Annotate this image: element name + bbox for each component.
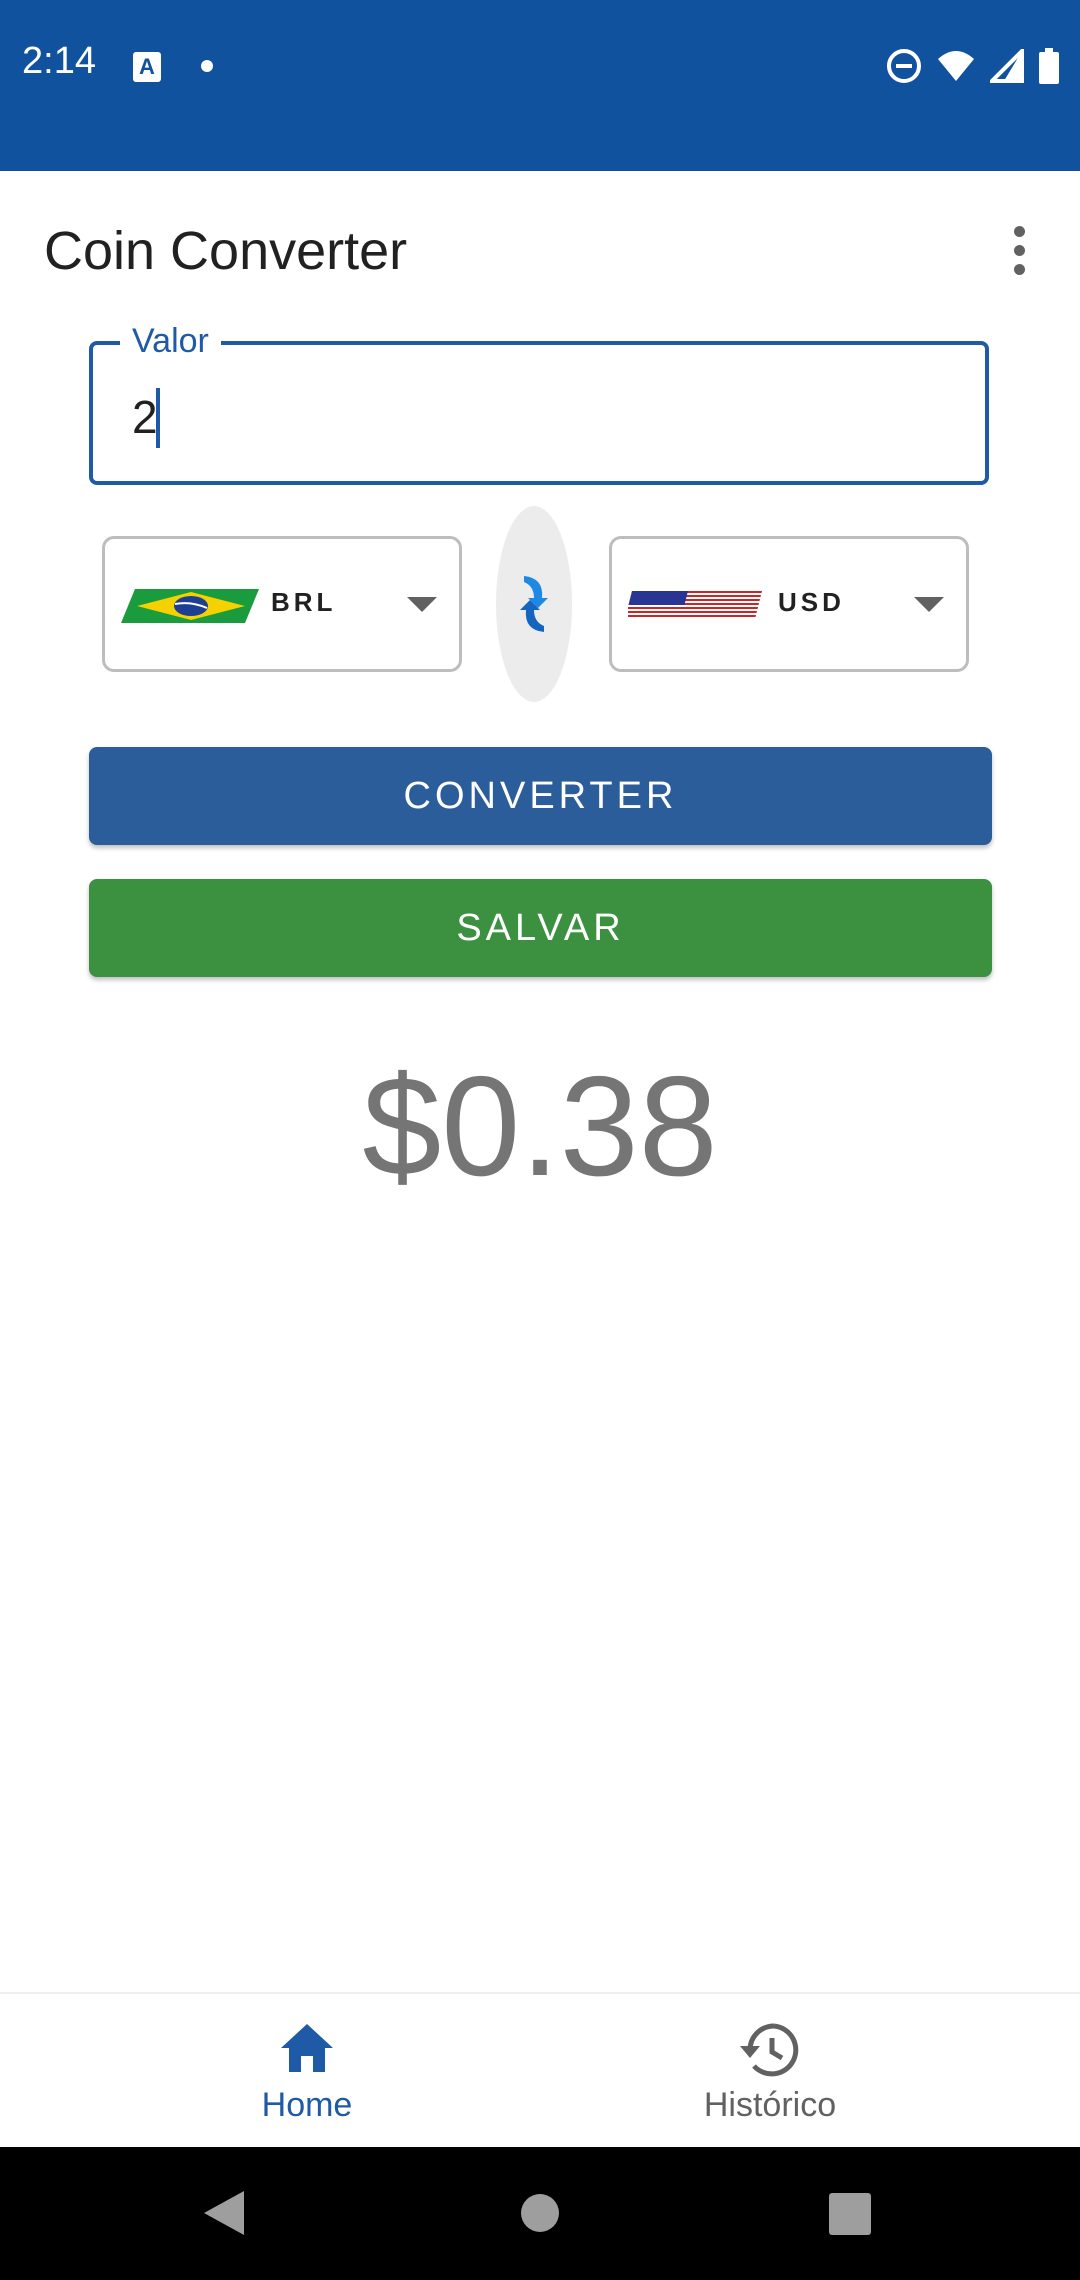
home-circle-icon[interactable] — [520, 2193, 560, 2233]
chevron-down-icon — [407, 597, 437, 612]
nav-label-history: Histórico — [703, 2086, 837, 2124]
app-title: Coin Converter — [44, 221, 408, 281]
save-button[interactable]: SALVAR — [89, 879, 992, 977]
back-icon[interactable] — [204, 2191, 244, 2235]
to-currency-code: USD — [778, 587, 845, 617]
battery-icon — [1039, 48, 1059, 84]
chevron-down-icon — [914, 597, 944, 612]
status-time: 2:14 — [22, 40, 96, 82]
history-icon — [740, 2023, 799, 2077]
notification-icon: A — [133, 52, 161, 82]
swap-arrows-icon — [520, 576, 548, 632]
conversion-result: $0.38 — [362, 1047, 718, 1206]
convert-button[interactable]: CONVERTER — [89, 747, 992, 845]
notification-dot-icon — [201, 60, 213, 72]
status-icons — [886, 46, 1060, 86]
text-cursor — [156, 388, 160, 448]
home-icon — [281, 2024, 333, 2072]
value-input-label: Valor — [120, 322, 221, 361]
value-input-text[interactable]: 2 — [132, 390, 158, 444]
usa-flag-icon — [628, 591, 762, 617]
value-input[interactable] — [89, 341, 989, 485]
signal-icon — [990, 49, 1024, 83]
dnd-icon — [887, 49, 921, 83]
to-currency-select[interactable]: USD — [609, 536, 969, 672]
nav-item-home[interactable]: Home — [37, 1994, 577, 2149]
from-currency-code: BRL — [271, 587, 337, 617]
more-vert-icon[interactable] — [1000, 218, 1040, 282]
nav-item-history[interactable]: Histórico — [500, 1994, 1040, 2149]
recents-icon[interactable] — [829, 2193, 871, 2235]
system-navigation-bar — [0, 2147, 1080, 2280]
nav-label-home: Home — [261, 2086, 353, 2124]
bottom-navigation: Home Histórico — [0, 1992, 1080, 2149]
status-bar: 2:14 A — [0, 0, 1080, 171]
wifi-icon — [938, 51, 974, 81]
swap-button[interactable] — [496, 506, 572, 702]
from-currency-select[interactable]: BRL — [102, 536, 462, 672]
brazil-flag-icon — [121, 589, 259, 623]
